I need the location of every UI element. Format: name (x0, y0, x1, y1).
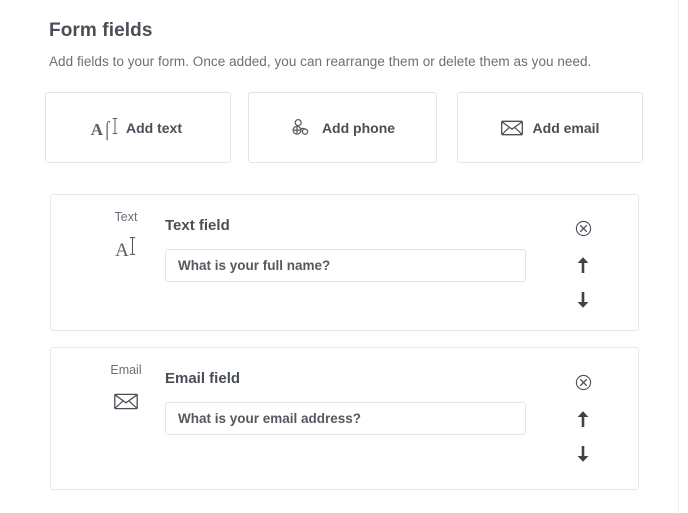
text-cursor-icon: A (89, 236, 163, 260)
remove-field-button[interactable] (571, 370, 595, 394)
add-text-button[interactable]: A ⌠​ Add text (45, 92, 231, 163)
form-fields-page: Form fields Add fields to your form. Onc… (0, 0, 683, 513)
field-type-column: Email (89, 363, 163, 413)
envelope-icon (89, 389, 163, 413)
page-title: Form fields (49, 20, 153, 41)
add-field-button-row: A⌠​ Add text Add phone (45, 92, 643, 163)
move-field-up-button[interactable] (571, 407, 595, 431)
field-card-email: Email Email field (50, 347, 639, 490)
move-field-down-button[interactable] (571, 442, 595, 466)
field-type-label: Email (110, 363, 142, 377)
move-field-up-button[interactable] (571, 253, 595, 277)
move-field-down-button[interactable] (571, 288, 595, 312)
field-body: Email field (165, 370, 548, 435)
add-email-button-label: Add email (532, 119, 600, 136)
field-title: Text field (165, 217, 230, 234)
field-title: Email field (165, 370, 241, 387)
field-type-column: Text A (89, 210, 163, 260)
field-question-input[interactable] (165, 249, 526, 282)
field-question-input[interactable] (165, 402, 526, 435)
field-actions-column (570, 370, 596, 466)
field-body: Text field (165, 217, 548, 282)
page-subtitle: Add fields to your form. Once added, you… (49, 54, 592, 69)
add-email-button[interactable]: Add email (457, 92, 643, 163)
add-phone-button[interactable]: Add phone (248, 92, 437, 163)
phone-handset-icon (290, 117, 312, 139)
remove-field-button[interactable] (571, 216, 595, 240)
page-boundary-divider (678, 0, 679, 513)
add-phone-button-label: Add phone (321, 119, 396, 136)
field-card-text: Text A Text field (50, 194, 639, 331)
field-type-label: Text (114, 210, 138, 224)
text-cursor-icon: A ⌠​ (91, 117, 118, 139)
envelope-icon (500, 117, 523, 139)
field-actions-column (570, 216, 596, 312)
add-text-button-label: Add text (126, 119, 182, 136)
